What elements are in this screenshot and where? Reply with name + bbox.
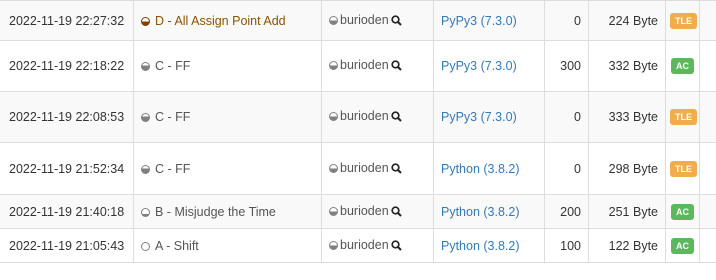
task-link[interactable]: B - Misjudge the Time	[155, 205, 276, 219]
task-link[interactable]: C - FF	[155, 162, 190, 176]
detail-cell[interactable]	[699, 142, 716, 195]
code-size-cell: 251 Byte	[588, 194, 666, 229]
table-row: 2022-11-19 22:08:53 C - FF burioden PyPy…	[0, 91, 716, 143]
status-cell: AC	[665, 40, 700, 92]
user-rating-circle-icon	[329, 15, 338, 25]
status-cell: TLE	[665, 142, 700, 195]
language-link[interactable]: Python (3.8.2)	[441, 239, 520, 253]
language-cell: Python (3.8.2)	[433, 142, 545, 195]
language-link[interactable]: PyPy3 (7.3.0)	[441, 110, 517, 124]
user-cell: burioden	[321, 142, 434, 195]
submission-time: 2022-11-19 21:52:34	[0, 142, 134, 195]
user-cell: burioden	[321, 228, 434, 263]
task-cell: C - FF	[133, 40, 322, 92]
score-cell: 100	[544, 228, 589, 263]
user-link[interactable]: burioden	[340, 13, 389, 27]
score-cell: 0	[544, 91, 589, 143]
detail-cell[interactable]	[699, 0, 716, 41]
status-cell: TLE	[665, 0, 700, 41]
user-link[interactable]: burioden	[340, 238, 389, 252]
code-size-cell: 333 Byte	[588, 91, 666, 143]
task-cell: C - FF	[133, 91, 322, 143]
status-cell: TLE	[665, 91, 700, 143]
status-badge[interactable]: AC	[671, 237, 694, 254]
language-cell: PyPy3 (7.3.0)	[433, 40, 545, 92]
language-link[interactable]: Python (3.8.2)	[441, 162, 520, 176]
search-icon[interactable]	[391, 14, 402, 29]
language-link[interactable]: PyPy3 (7.3.0)	[441, 14, 517, 28]
status-cell: AC	[665, 228, 700, 263]
code-size-cell: 332 Byte	[588, 40, 666, 92]
detail-cell[interactable]	[699, 194, 716, 229]
code-size-cell: 224 Byte	[588, 0, 666, 41]
difficulty-circle-icon	[141, 16, 150, 26]
table-row: 2022-11-19 21:40:18 B - Misjudge the Tim…	[0, 194, 716, 229]
task-cell: C - FF	[133, 142, 322, 195]
status-cell: AC	[665, 194, 700, 229]
language-cell: Python (3.8.2)	[433, 228, 545, 263]
user-link[interactable]: burioden	[340, 109, 389, 123]
score-cell: 0	[544, 142, 589, 195]
user-link[interactable]: burioden	[340, 204, 389, 218]
table-row: 2022-11-19 21:52:34 C - FF burioden Pyth…	[0, 142, 716, 195]
status-badge[interactable]: TLE	[670, 109, 697, 125]
table-row: 2022-11-19 22:27:32 D - All Assign Point…	[0, 0, 716, 41]
search-icon[interactable]	[391, 205, 402, 220]
difficulty-circle-icon	[141, 241, 150, 251]
task-link[interactable]: C - FF	[155, 59, 190, 73]
language-link[interactable]: PyPy3 (7.3.0)	[441, 59, 517, 73]
language-cell: PyPy3 (7.3.0)	[433, 91, 545, 143]
language-cell: Python (3.8.2)	[433, 194, 545, 229]
difficulty-circle-icon	[141, 62, 150, 71]
language-link[interactable]: Python (3.8.2)	[441, 205, 520, 219]
code-size-cell: 122 Byte	[588, 228, 666, 263]
detail-cell[interactable]	[699, 91, 716, 143]
user-cell: burioden	[321, 194, 434, 229]
submission-time: 2022-11-19 22:27:32	[0, 0, 134, 41]
table-row: 2022-11-19 21:05:43 A - Shift burioden P…	[0, 228, 716, 263]
user-cell: burioden	[321, 91, 434, 143]
search-icon[interactable]	[391, 239, 402, 254]
difficulty-circle-icon	[141, 113, 150, 122]
submission-time: 2022-11-19 22:18:22	[0, 40, 134, 92]
user-rating-circle-icon	[329, 61, 338, 70]
user-cell: burioden	[321, 0, 434, 41]
detail-cell[interactable]	[699, 40, 716, 92]
score-cell: 0	[544, 0, 589, 41]
task-link[interactable]: D - All Assign Point Add	[155, 14, 286, 28]
user-rating-circle-icon	[329, 112, 338, 121]
task-cell: A - Shift	[133, 228, 322, 263]
submission-time: 2022-11-19 21:05:43	[0, 228, 134, 263]
user-cell: burioden	[321, 40, 434, 92]
language-cell: PyPy3 (7.3.0)	[433, 0, 545, 41]
user-link[interactable]: burioden	[340, 58, 389, 72]
code-size-cell: 298 Byte	[588, 142, 666, 195]
task-link[interactable]: C - FF	[155, 110, 190, 124]
status-badge[interactable]: TLE	[670, 160, 697, 177]
task-cell: D - All Assign Point Add	[133, 0, 322, 41]
status-badge[interactable]: AC	[671, 203, 694, 220]
search-icon[interactable]	[391, 111, 402, 125]
submissions-table: 2022-11-19 22:27:32 D - All Assign Point…	[0, 0, 716, 263]
search-icon[interactable]	[391, 162, 402, 177]
difficulty-circle-icon	[141, 164, 150, 174]
score-cell: 300	[544, 40, 589, 92]
user-rating-circle-icon	[329, 163, 338, 173]
search-icon[interactable]	[391, 60, 402, 74]
status-badge[interactable]: AC	[671, 58, 694, 74]
score-cell: 200	[544, 194, 589, 229]
submission-time: 2022-11-19 22:08:53	[0, 91, 134, 143]
user-rating-circle-icon	[329, 240, 338, 250]
submission-time: 2022-11-19 21:40:18	[0, 194, 134, 229]
task-link[interactable]: A - Shift	[155, 239, 199, 253]
detail-cell[interactable]	[699, 228, 716, 263]
table-row: 2022-11-19 22:18:22 C - FF burioden PyPy…	[0, 40, 716, 92]
task-cell: B - Misjudge the Time	[133, 194, 322, 229]
difficulty-circle-icon	[141, 207, 150, 217]
user-link[interactable]: burioden	[340, 161, 389, 175]
user-rating-circle-icon	[329, 206, 338, 216]
status-badge[interactable]: TLE	[670, 12, 697, 29]
